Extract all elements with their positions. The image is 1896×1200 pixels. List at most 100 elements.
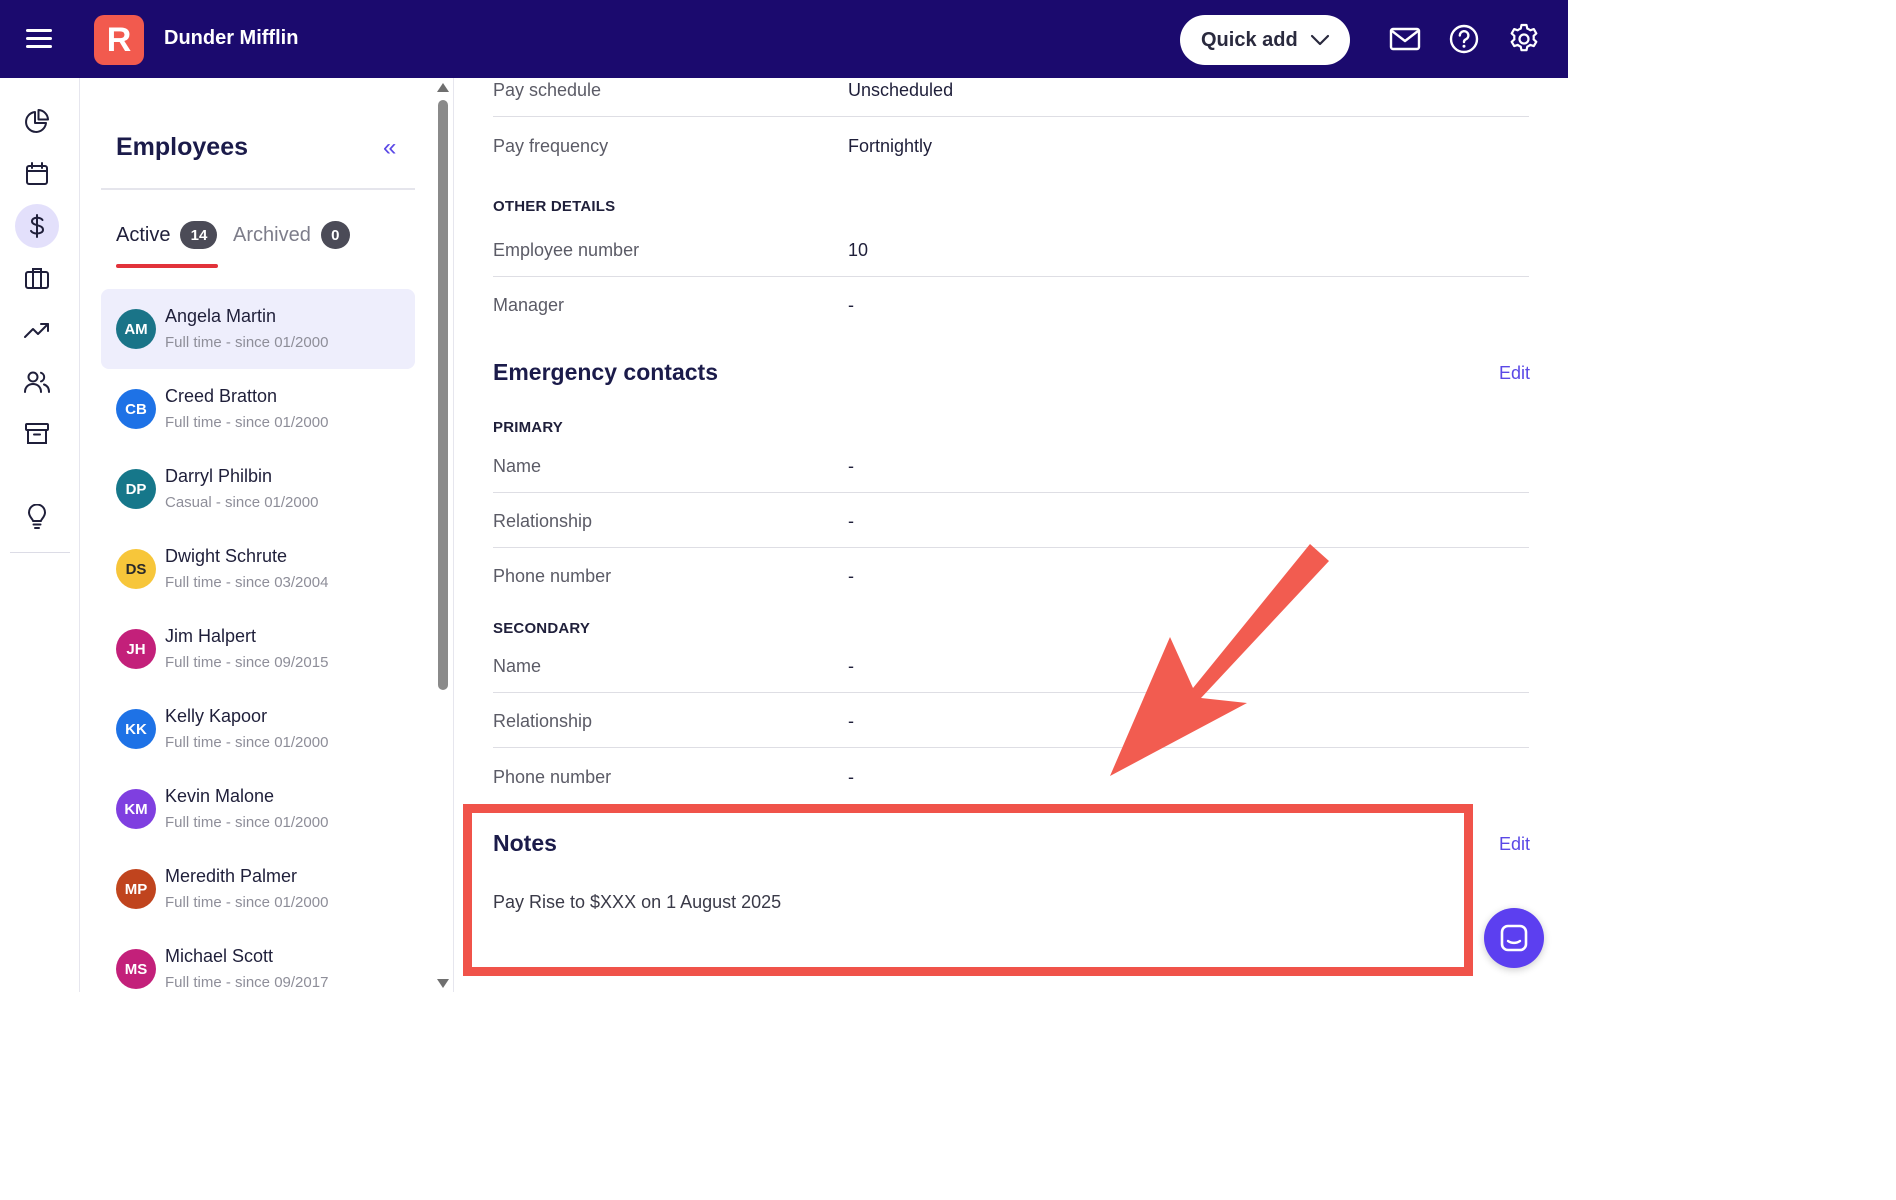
divider	[493, 692, 1529, 693]
employee-employment: Full time - since 01/2000	[165, 734, 329, 751]
app-logo[interactable]: R	[94, 15, 144, 65]
divider	[493, 547, 1529, 548]
employee-name: Kelly Kapoor	[165, 706, 268, 726]
divider	[493, 276, 1529, 277]
employee-name: Dwight Schrute	[165, 546, 288, 566]
primary-phone-value: -	[848, 566, 854, 586]
avatar: CB	[116, 389, 156, 429]
briefcase-icon[interactable]	[15, 256, 59, 300]
top-bar: R Dunder Mifflin Quick add	[0, 0, 1568, 78]
primary-heading: PRIMARY	[493, 419, 564, 436]
secondary-heading: SECONDARY	[493, 620, 591, 637]
employee-name: Darryl Philbin	[165, 466, 273, 486]
secondary-phone-value: -	[848, 767, 854, 787]
employee-employment: Full time - since 01/2000	[165, 894, 329, 911]
list-item[interactable]: MS Michael Scott Full time - since 09/2017	[101, 929, 415, 992]
panel-divider	[101, 188, 415, 190]
divider	[493, 492, 1529, 493]
primary-phone-label: Phone number	[493, 566, 612, 586]
secondary-relationship-value: -	[848, 711, 854, 731]
employee-employment: Full time - since 03/2004	[165, 574, 329, 591]
avatar: MS	[116, 949, 156, 989]
pie-chart-icon[interactable]	[15, 99, 59, 143]
employee-employment: Full time - since 01/2000	[165, 414, 329, 431]
employee-employment: Full time - since 01/2000	[165, 814, 329, 831]
dollar-icon[interactable]	[15, 204, 59, 248]
employee-list-scrollbar[interactable]	[438, 100, 448, 690]
company-name[interactable]: Dunder Mifflin	[164, 27, 298, 50]
employee-employment: Full time - since 09/2015	[165, 654, 329, 671]
list-item[interactable]: AM Angela Martin Full time - since 01/2000	[101, 289, 415, 369]
employees-panel: Employees « Active 14 Archived 0 AM Angel…	[81, 78, 454, 992]
primary-name-label: Name	[493, 456, 542, 476]
avatar: MP	[116, 869, 156, 909]
scroll-down-arrow[interactable]	[437, 979, 449, 988]
chat-launcher-button[interactable]	[1484, 908, 1544, 968]
chevron-down-icon	[1310, 34, 1329, 46]
emergency-edit-link[interactable]: Edit	[1499, 363, 1530, 384]
manager-value: -	[848, 295, 854, 315]
tab-active-underline	[116, 264, 218, 268]
employee-employment: Casual - since 01/2000	[165, 494, 319, 511]
employee-name: Creed Bratton	[165, 386, 278, 406]
list-item[interactable]: JH Jim Halpert Full time - since 09/2015	[101, 609, 415, 689]
employee-name: Kevin Malone	[165, 786, 275, 806]
chat-icon	[1500, 924, 1528, 952]
avatar: KK	[116, 709, 156, 749]
divider	[493, 747, 1529, 748]
help-icon[interactable]	[1447, 22, 1481, 56]
secondary-name-label: Name	[493, 656, 542, 676]
list-item[interactable]: KK Kelly Kapoor Full time - since 01/2000	[101, 689, 415, 769]
tab-active[interactable]: Active 14	[116, 221, 218, 249]
pay-schedule-label: Pay schedule	[493, 80, 602, 100]
tab-archived[interactable]: Archived 0	[233, 221, 350, 249]
divider	[493, 116, 1529, 117]
archive-icon[interactable]	[15, 412, 59, 456]
nav-rail	[0, 78, 80, 992]
employee-name: Michael Scott	[165, 946, 274, 966]
tab-archived-count: 0	[320, 221, 350, 249]
tab-archived-label: Archived	[233, 223, 311, 246]
list-item[interactable]: DS Dwight Schrute Full time - since 03/200…	[101, 529, 415, 609]
collapse-panel-icon[interactable]: «	[383, 134, 396, 162]
calendar-icon[interactable]	[15, 152, 59, 196]
primary-relationship-label: Relationship	[493, 511, 593, 531]
list-item[interactable]: CB Creed Bratton Full time - since 01/2000	[101, 369, 415, 449]
avatar: DP	[116, 469, 156, 509]
panel-title: Employees	[116, 133, 249, 161]
employee-employment: Full time - since 09/2017	[165, 974, 329, 991]
tab-active-count: 14	[180, 221, 218, 249]
mail-icon[interactable]	[1388, 22, 1422, 56]
menu-icon[interactable]	[22, 24, 58, 54]
notes-edit-link[interactable]: Edit	[1499, 834, 1530, 855]
list-item[interactable]: DP Darryl Philbin Casual - since 01/2000	[101, 449, 415, 529]
secondary-relationship-label: Relationship	[493, 711, 593, 731]
list-item[interactable]: KM Kevin Malone Full time - since 01/2000	[101, 769, 415, 849]
quick-add-label: Quick add	[1201, 28, 1298, 51]
employee-number-value: 10	[848, 240, 869, 260]
avatar: DS	[116, 549, 156, 589]
gear-icon[interactable]	[1507, 22, 1541, 56]
quick-add-button[interactable]: Quick add	[1180, 15, 1350, 65]
employee-number-label: Employee number	[493, 240, 640, 260]
employee-name: Meredith Palmer	[165, 866, 298, 886]
avatar: AM	[116, 309, 156, 349]
employee-employment: Full time - since 01/2000	[165, 334, 329, 351]
pay-frequency-label: Pay frequency	[493, 136, 609, 156]
other-details-heading: OTHER DETAILS	[493, 198, 616, 215]
pay-frequency-value: Fortnightly	[848, 136, 933, 156]
lightbulb-icon[interactable]	[15, 495, 59, 539]
emergency-contacts-title: Emergency contacts	[493, 359, 718, 385]
tab-active-label: Active	[116, 223, 171, 246]
trending-up-icon[interactable]	[15, 308, 59, 352]
employee-name: Jim Halpert	[165, 626, 257, 646]
employee-name: Angela Martin	[165, 306, 277, 326]
scroll-up-arrow[interactable]	[437, 83, 449, 92]
avatar: KM	[116, 789, 156, 829]
primary-relationship-value: -	[848, 511, 854, 531]
manager-label: Manager	[493, 295, 565, 315]
avatar: JH	[116, 629, 156, 669]
primary-name-value: -	[848, 456, 854, 476]
list-item[interactable]: MP Meredith Palmer Full time - since 01/20…	[101, 849, 415, 929]
users-icon[interactable]	[15, 360, 59, 404]
